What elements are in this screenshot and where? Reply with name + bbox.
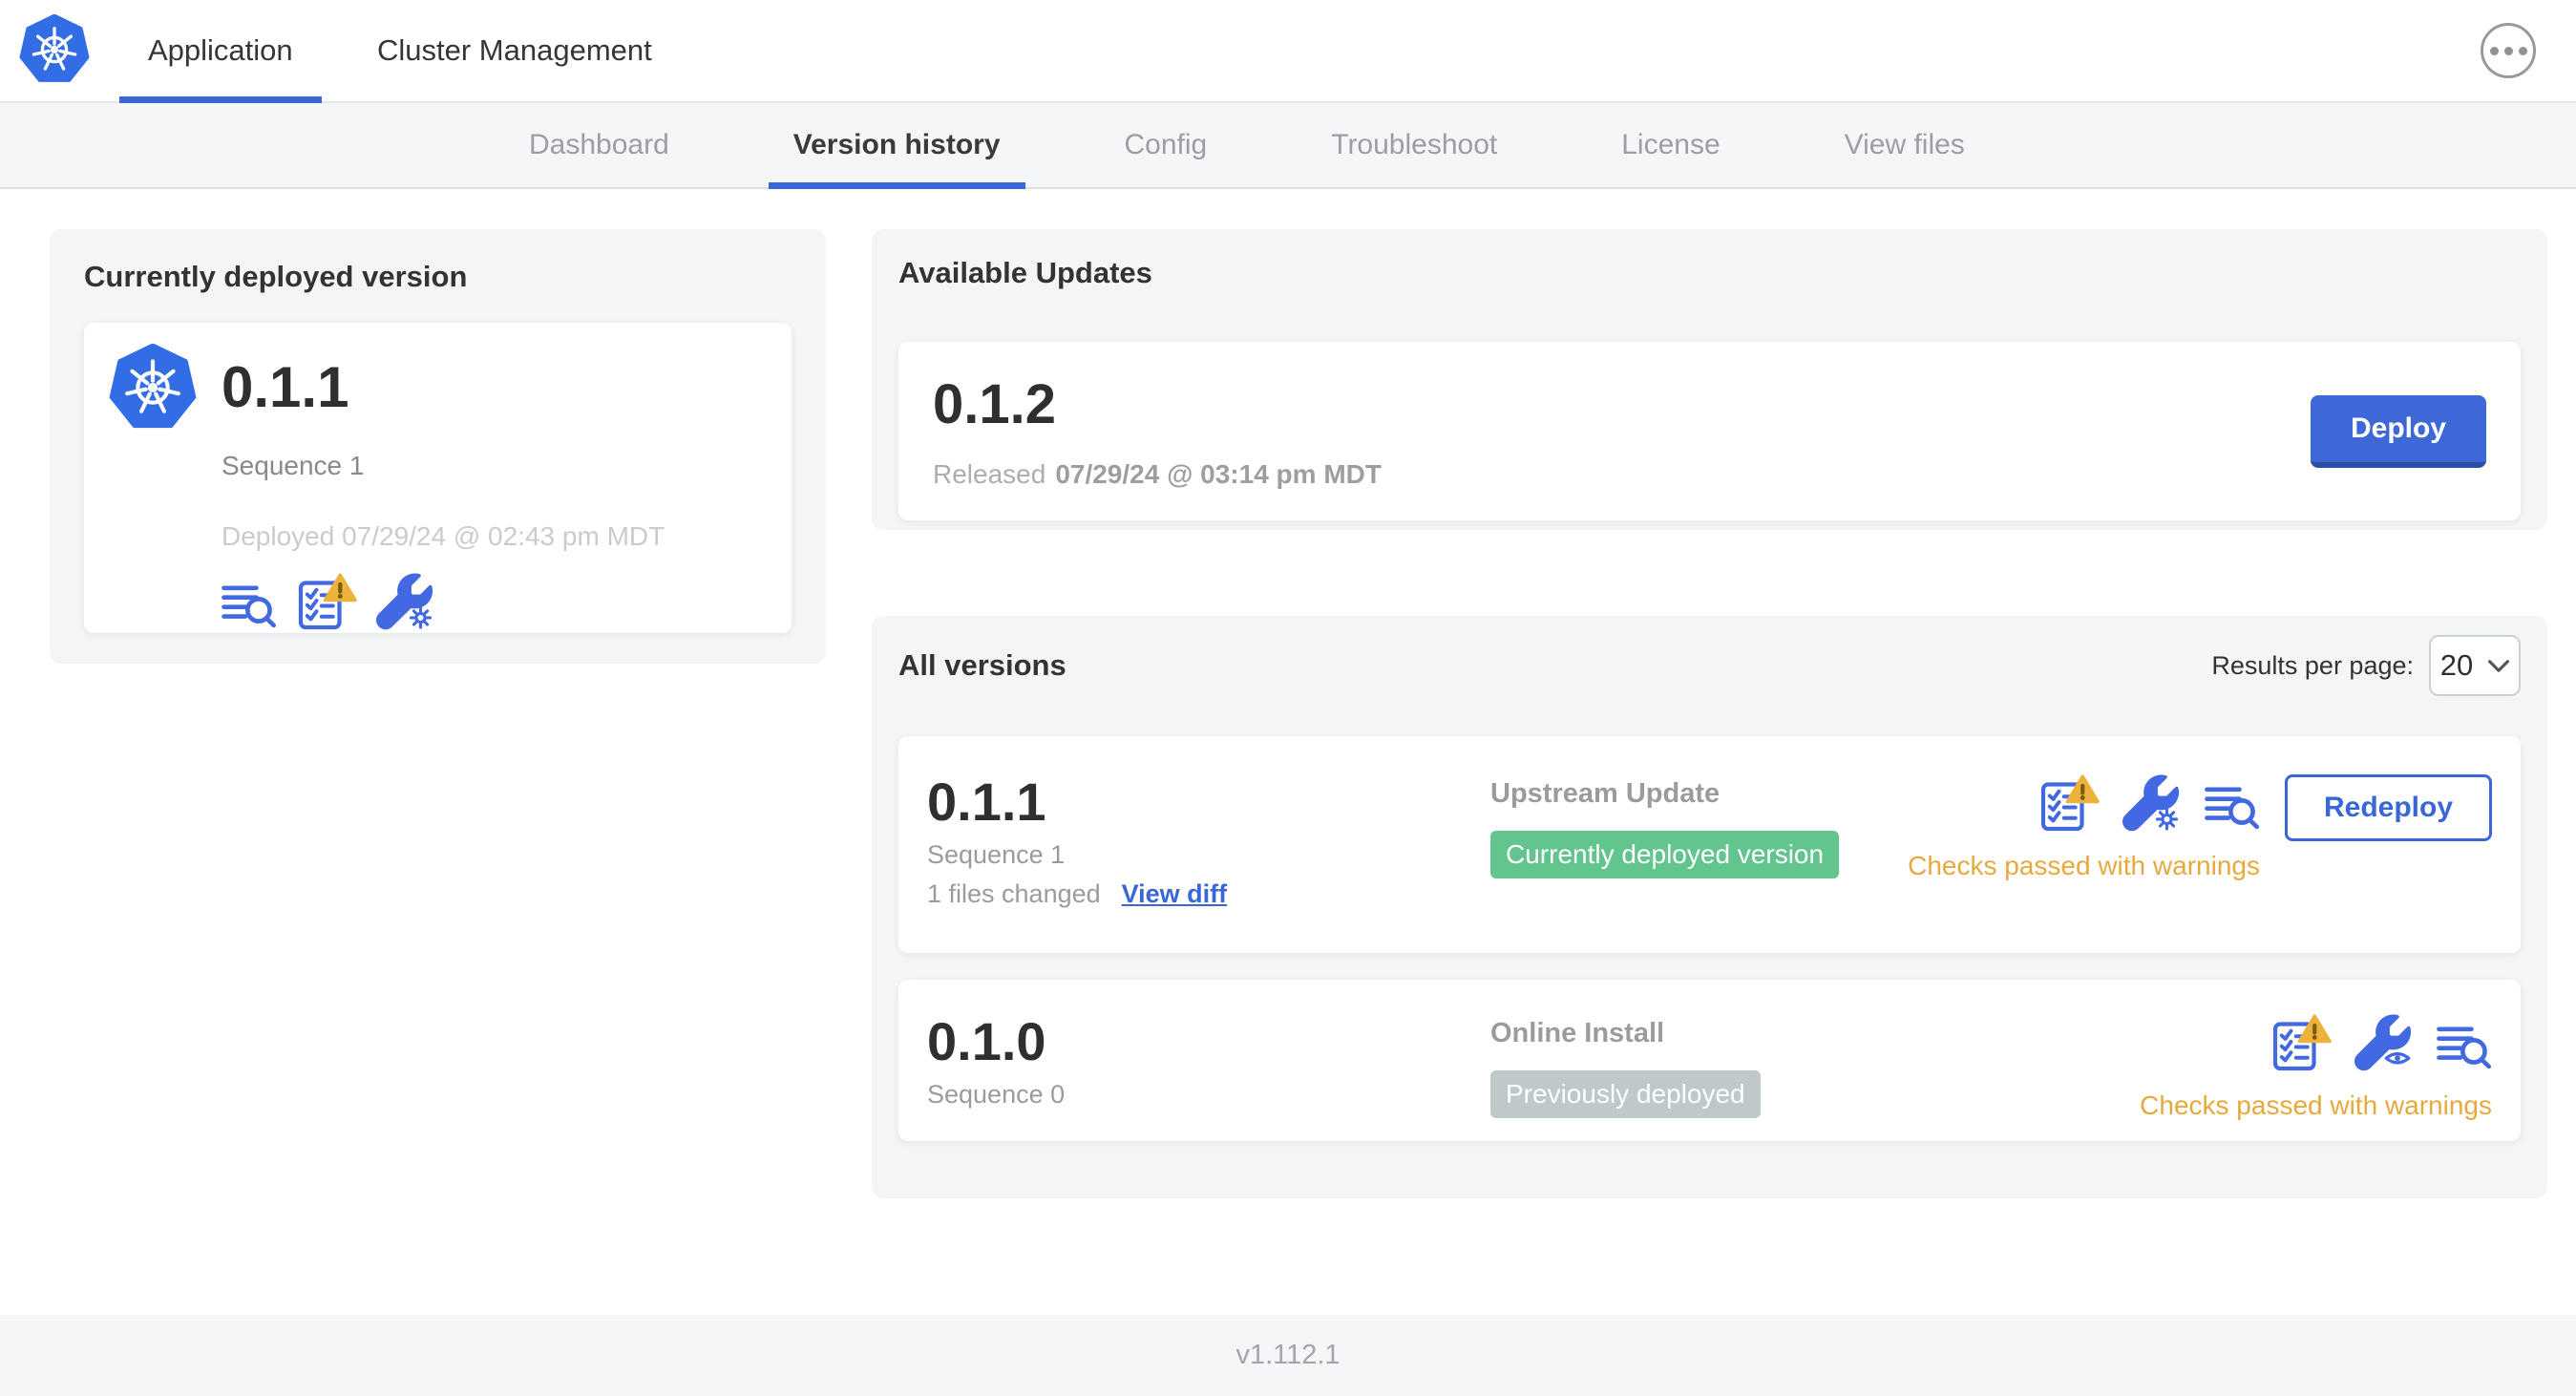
- tab-troubleshoot[interactable]: Troubleshoot: [1306, 103, 1522, 187]
- topnav-tab-application[interactable]: Application: [119, 0, 322, 103]
- ellipsis-icon: [2489, 46, 2499, 55]
- topnav-tab-application-label: Application: [148, 33, 293, 67]
- version-row: 0.1.0 Sequence 0 Online Install Previous…: [898, 980, 2521, 1141]
- version-source-label: Online Install: [1490, 1018, 1665, 1048]
- app-icon: [109, 344, 197, 432]
- preflight-status-text: Checks passed with warnings: [1908, 851, 2260, 880]
- deployed-timestamp: Deployed 07/29/24 @ 02:43 pm MDT: [222, 521, 665, 551]
- update-released-timestamp: 07/29/24 @ 03:14 pm MDT: [1055, 459, 1382, 489]
- available-updates-panel: Available Updates 0.1.2 Released 07/29/24…: [872, 229, 2547, 530]
- tab-dashboard[interactable]: Dashboard: [504, 103, 694, 187]
- topnav-tab-cluster-management[interactable]: Cluster Management: [348, 0, 681, 101]
- currently-deployed-panel: Currently deployed version 0.1.1 Sequenc…: [50, 229, 826, 664]
- previously-deployed-badge: Previously deployed: [1490, 1070, 1761, 1118]
- update-released-line: Released 07/29/24 @ 03:14 pm MDT: [933, 459, 1382, 489]
- update-version-number: 0.1.2: [933, 373, 1056, 435]
- preflight-status-text: Checks passed with warnings: [2140, 1090, 2492, 1120]
- tab-license[interactable]: License: [1596, 103, 1744, 187]
- deploy-button[interactable]: Deploy: [2310, 394, 2486, 468]
- available-updates-title: Available Updates: [898, 256, 1152, 289]
- results-per-page-label: Results per page:: [2211, 650, 2414, 680]
- preflight-checks-warning-icon[interactable]: [2038, 774, 2100, 832]
- topnav-tab-cluster-management-label: Cluster Management: [377, 33, 652, 67]
- console-footer: v1.112.1: [0, 1315, 2576, 1396]
- files-changed-label: 1 files changed: [927, 879, 1101, 909]
- currently-deployed-card: 0.1.1 Sequence 1 Deployed 07/29/24 @ 02:…: [84, 323, 792, 633]
- row-version-number: 0.1.0: [927, 1011, 1046, 1071]
- preflight-checks-warning-icon[interactable]: [296, 573, 357, 630]
- view-config-icon[interactable]: [2354, 1014, 2414, 1071]
- currently-deployed-badge: Currently deployed version: [1490, 831, 1840, 878]
- view-files-icon[interactable]: [2437, 1022, 2492, 1071]
- row-version-number: 0.1.1: [927, 772, 1046, 832]
- view-files-icon[interactable]: [222, 581, 277, 630]
- app-sub-nav: Dashboard Version history Config Trouble…: [0, 103, 2576, 189]
- preflight-checks-warning-icon[interactable]: [2270, 1014, 2332, 1071]
- tab-version-history[interactable]: Version history: [768, 103, 1025, 189]
- version-row: 0.1.1 Sequence 1 1 files changed View di…: [898, 736, 2521, 953]
- tab-view-files[interactable]: View files: [1820, 103, 1990, 187]
- currently-deployed-title: Currently deployed version: [84, 260, 468, 293]
- edit-config-icon[interactable]: [376, 573, 435, 630]
- row-sequence: Sequence 0: [927, 1080, 1066, 1110]
- edit-config-icon[interactable]: [2122, 774, 2182, 832]
- row-sequence: Sequence 1: [927, 840, 1066, 870]
- chevron-down-icon: [2488, 659, 2510, 672]
- available-update-card: 0.1.2 Released 07/29/24 @ 03:14 pm MDT De…: [898, 342, 2521, 520]
- deployed-sequence: Sequence 1: [222, 451, 365, 480]
- all-versions-panel: All versions Results per page: 20 0.1.1 …: [872, 616, 2547, 1198]
- version-source-label: Upstream Update: [1490, 778, 1721, 809]
- view-files-icon[interactable]: [2205, 782, 2260, 832]
- tab-config[interactable]: Config: [1100, 103, 1233, 187]
- kubernetes-logo: [19, 14, 90, 82]
- top-bar: Application Cluster Management: [0, 0, 2576, 103]
- overflow-menu-button[interactable]: [2481, 23, 2536, 78]
- redeploy-button[interactable]: Redeploy: [2284, 774, 2492, 841]
- deployed-version-number: 0.1.1: [222, 355, 349, 419]
- console-version: v1.112.1: [1235, 1340, 1341, 1370]
- results-per-page-select[interactable]: 20: [2429, 635, 2521, 696]
- all-versions-title: All versions: [898, 648, 1066, 682]
- view-diff-link[interactable]: View diff: [1122, 879, 1228, 909]
